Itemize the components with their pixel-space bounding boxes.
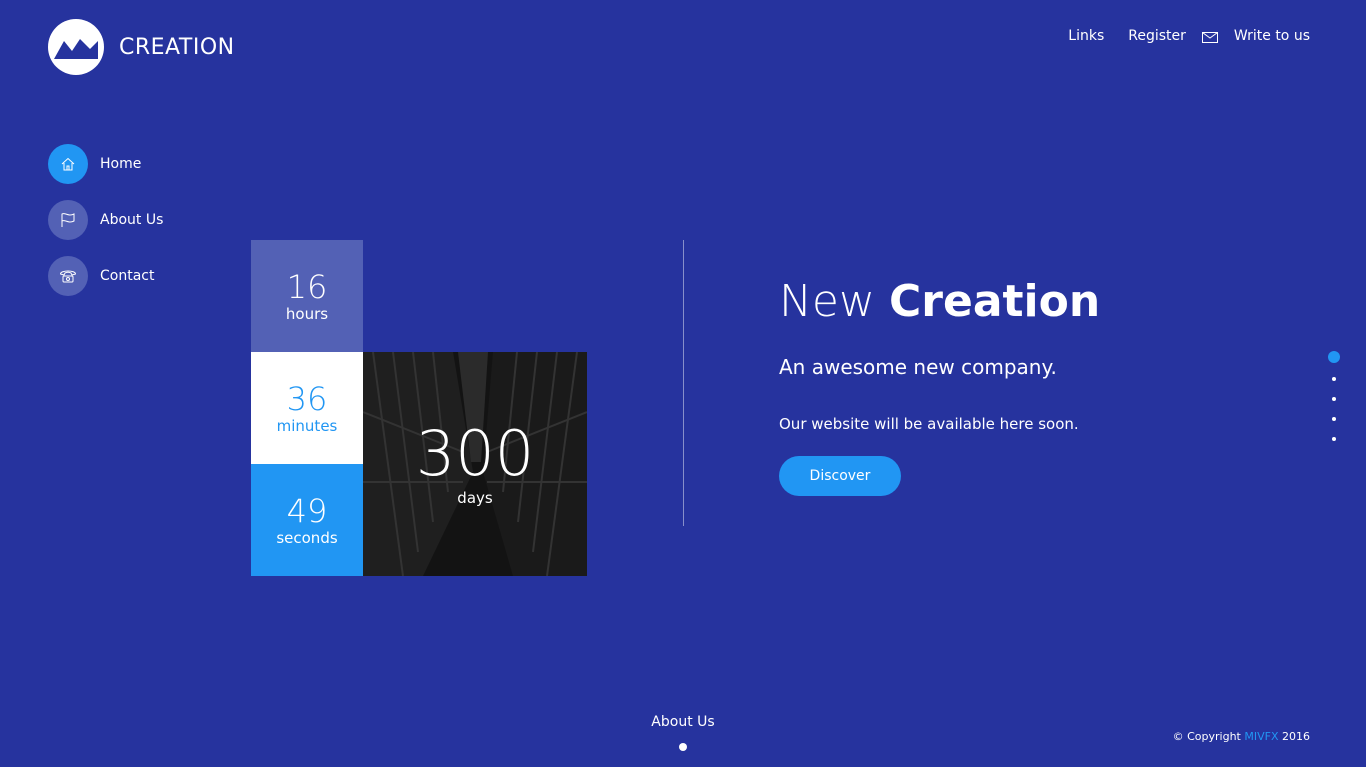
copyright-text: © Copyright MIVFX 2016	[1173, 730, 1310, 743]
sidebar-item-about-us[interactable]: About Us	[48, 200, 163, 240]
write-to-us-link[interactable]: Write to us	[1201, 28, 1310, 44]
top-navigation: Links Register Write to us	[1044, 28, 1310, 44]
seconds-unit: seconds	[276, 529, 338, 547]
sidebar-item-label: About Us	[100, 212, 164, 228]
hero-title-light: New	[779, 276, 875, 327]
discover-button[interactable]: Discover	[779, 456, 901, 496]
section-dot-4[interactable]	[1332, 417, 1336, 421]
hero-section: New Creation An awesome new company. Our…	[779, 276, 1259, 496]
register-link[interactable]: Register	[1128, 28, 1186, 44]
envelope-icon	[1201, 31, 1218, 43]
brand-logo[interactable]: CREATION	[48, 19, 235, 75]
minutes-value: 36	[286, 380, 328, 418]
sidebar-item-contact[interactable]: Contact	[48, 256, 163, 296]
minutes-unit: minutes	[276, 417, 338, 435]
hero-subtitle: An awesome new company.	[779, 355, 1057, 379]
hero-title-bold: Creation	[888, 276, 1101, 327]
sidebar-item-label: Contact	[100, 268, 155, 284]
countdown-minutes: 36 minutes	[251, 352, 363, 464]
hero-description: Our website will be available here soon.	[779, 415, 1079, 433]
brand-name: CREATION	[119, 34, 235, 60]
section-dot-1[interactable]	[1328, 351, 1340, 363]
days-value: 300	[415, 417, 535, 490]
links-link[interactable]: Links	[1068, 28, 1104, 44]
copyright-prefix: © Copyright	[1172, 730, 1241, 743]
home-icon	[48, 144, 88, 184]
hero-title: New Creation	[779, 276, 1259, 328]
flag-icon	[48, 200, 88, 240]
countdown-hours: 16 hours	[251, 240, 363, 352]
sidebar-item-label: Home	[100, 156, 142, 172]
days-unit: days	[457, 489, 493, 507]
mountain-logo-icon	[48, 19, 104, 75]
scroll-indicator-dot[interactable]	[679, 743, 687, 751]
countdown-seconds: 49 seconds	[251, 464, 363, 576]
write-to-us-label: Write to us	[1233, 28, 1310, 44]
countdown-days: 300 days	[363, 352, 587, 576]
section-dot-5[interactable]	[1332, 437, 1336, 441]
seconds-value: 49	[286, 492, 328, 530]
copyright-year: 2016	[1282, 730, 1310, 743]
copyright-brand-link[interactable]: MIVFX	[1244, 730, 1278, 743]
hours-value: 16	[286, 268, 328, 306]
hours-unit: hours	[285, 305, 329, 323]
vertical-divider	[683, 240, 684, 526]
sidebar-nav: Home About Us Contact	[48, 144, 163, 312]
scroll-next-label[interactable]: About Us	[0, 714, 1366, 730]
section-pagination	[1328, 351, 1340, 457]
section-dot-2[interactable]	[1332, 377, 1336, 381]
phone-icon	[48, 256, 88, 296]
sidebar-item-home[interactable]: Home	[48, 144, 163, 184]
section-dot-3[interactable]	[1332, 397, 1336, 401]
